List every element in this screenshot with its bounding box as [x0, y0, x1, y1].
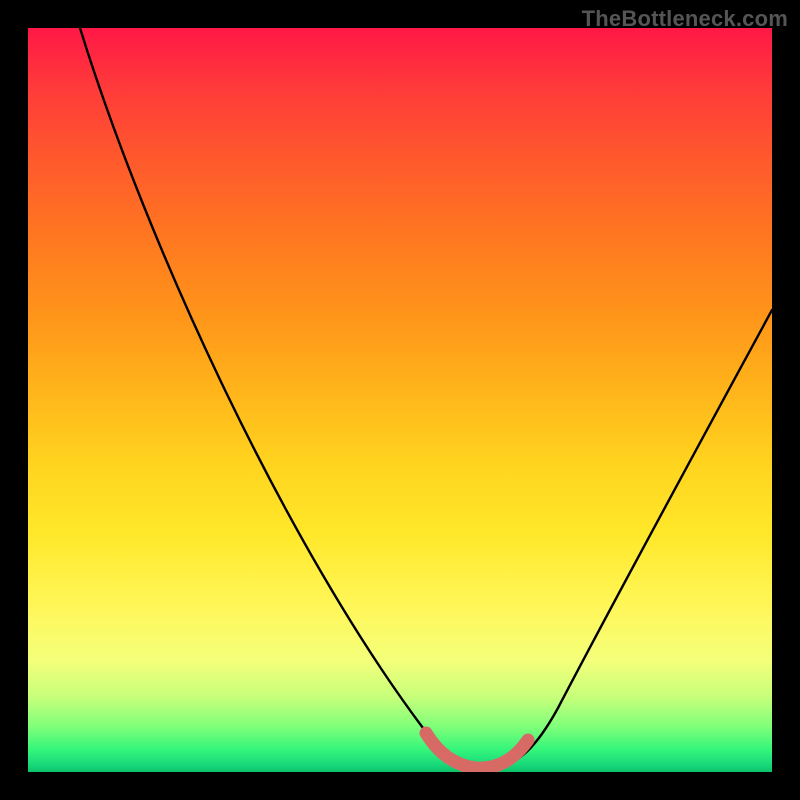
curve-layer	[28, 28, 772, 772]
chart-frame: TheBottleneck.com	[0, 0, 800, 800]
plot-area	[28, 28, 772, 772]
bottleneck-base-salmon	[426, 733, 528, 768]
watermark-text: TheBottleneck.com	[582, 6, 788, 32]
bottleneck-curve-black	[80, 28, 772, 766]
